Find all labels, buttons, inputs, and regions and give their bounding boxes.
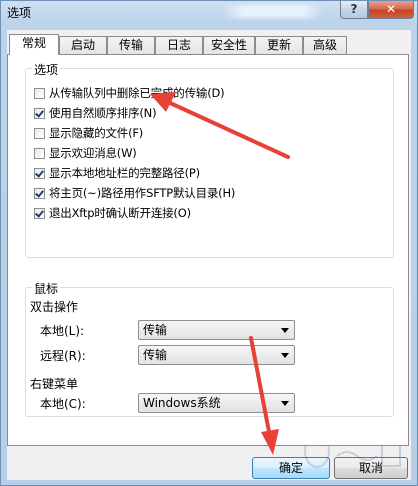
remote-action-select[interactable]: 传输 bbox=[138, 345, 295, 365]
tab-strip: 常规 启动 传输 日志 安全性 更新 高级 bbox=[7, 34, 411, 55]
option-show-welcome[interactable]: 显示欢迎消息(W) bbox=[34, 145, 137, 161]
dialog-client-area: 常规 启动 传输 日志 安全性 更新 高级 选项 从传输队列中删除已完成的传输(… bbox=[7, 30, 411, 480]
tab-advanced[interactable]: 高级 bbox=[303, 36, 347, 54]
mouse-group-label: 鼠标 bbox=[32, 280, 61, 297]
title-bar[interactable]: 选项 ? ✕ bbox=[1, 1, 417, 23]
close-button[interactable]: ✕ bbox=[368, 1, 414, 19]
chevron-down-icon bbox=[281, 328, 289, 333]
tab-update[interactable]: 更新 bbox=[255, 36, 303, 54]
option-label: 将主页(~)路径用作SFTP默认目录(H) bbox=[49, 186, 236, 200]
option-natural-sort[interactable]: 使用自然顺序排序(N) bbox=[34, 105, 157, 121]
options-dialog: 选项 ? ✕ 常规 启动 传输 日志 安全性 更新 高级 选项 从传输队列中删除… bbox=[0, 0, 418, 486]
checkbox-show-welcome[interactable] bbox=[34, 147, 45, 159]
chevron-down-icon bbox=[281, 353, 289, 358]
title-blur-region bbox=[223, 5, 323, 18]
option-remove-completed[interactable]: 从传输队列中删除已完成的传输(D) bbox=[34, 85, 225, 101]
option-label: 显示本地地址栏的完整路径(P) bbox=[49, 166, 200, 180]
option-home-sftp[interactable]: 将主页(~)路径用作SFTP默认目录(H) bbox=[34, 185, 235, 201]
tab-log[interactable]: 日志 bbox=[155, 36, 203, 54]
local-action-value: 传输 bbox=[143, 323, 168, 337]
context-menu-select[interactable]: Windows系统 bbox=[138, 393, 295, 413]
option-label: 从传输队列中删除已完成的传输(D) bbox=[49, 86, 225, 100]
context-menu-value: Windows系统 bbox=[143, 396, 221, 410]
checkbox-remove-completed[interactable] bbox=[34, 87, 45, 99]
ok-button[interactable]: 确定 bbox=[252, 457, 330, 479]
double-click-label: 双击操作 bbox=[30, 300, 79, 314]
checkbox-natural-sort[interactable] bbox=[34, 107, 45, 119]
options-group: 选项 从传输队列中删除已完成的传输(D) 使用自然顺序排序(N) 显示隐藏的文件… bbox=[25, 61, 394, 258]
window-title: 选项 bbox=[7, 6, 32, 20]
context-menu-label: 右键菜单 bbox=[30, 377, 79, 391]
checkbox-show-hidden[interactable] bbox=[34, 127, 45, 139]
local-action-select[interactable]: 传输 bbox=[138, 320, 295, 340]
mouse-group: 鼠标 双击操作 本地(L): 传输 远程(R): 传输 右键菜单 本地(C): … bbox=[25, 280, 394, 417]
option-confirm-exit[interactable]: 退出Xftp时确认断开连接(O) bbox=[34, 205, 191, 221]
help-button[interactable]: ? bbox=[340, 1, 368, 19]
context-local-label: 本地(C): bbox=[40, 397, 86, 411]
options-group-label: 选项 bbox=[32, 61, 61, 78]
option-show-hidden[interactable]: 显示隐藏的文件(F) bbox=[34, 125, 143, 141]
tab-security[interactable]: 安全性 bbox=[203, 36, 255, 54]
local-label: 本地(L): bbox=[40, 324, 85, 338]
checkbox-confirm-exit[interactable] bbox=[34, 207, 45, 219]
remote-action-value: 传输 bbox=[143, 348, 168, 362]
remote-label: 远程(R): bbox=[40, 349, 86, 363]
option-label: 退出Xftp时确认断开连接(O) bbox=[49, 206, 191, 220]
option-label: 显示隐藏的文件(F) bbox=[49, 126, 144, 140]
checkbox-full-path[interactable] bbox=[34, 167, 45, 179]
tab-transfer[interactable]: 传输 bbox=[107, 36, 155, 54]
option-label: 显示欢迎消息(W) bbox=[49, 146, 137, 160]
option-full-path[interactable]: 显示本地地址栏的完整路径(P) bbox=[34, 165, 200, 181]
tab-startup[interactable]: 启动 bbox=[59, 36, 107, 54]
checkbox-home-sftp[interactable] bbox=[34, 187, 45, 199]
tab-general[interactable]: 常规 bbox=[9, 34, 59, 55]
general-tab-panel: 选项 从传输队列中删除已完成的传输(D) 使用自然顺序排序(N) 显示隐藏的文件… bbox=[7, 54, 409, 446]
cancel-button[interactable]: 取消 bbox=[334, 457, 408, 479]
option-label: 使用自然顺序排序(N) bbox=[49, 106, 157, 120]
chevron-down-icon bbox=[281, 401, 289, 406]
